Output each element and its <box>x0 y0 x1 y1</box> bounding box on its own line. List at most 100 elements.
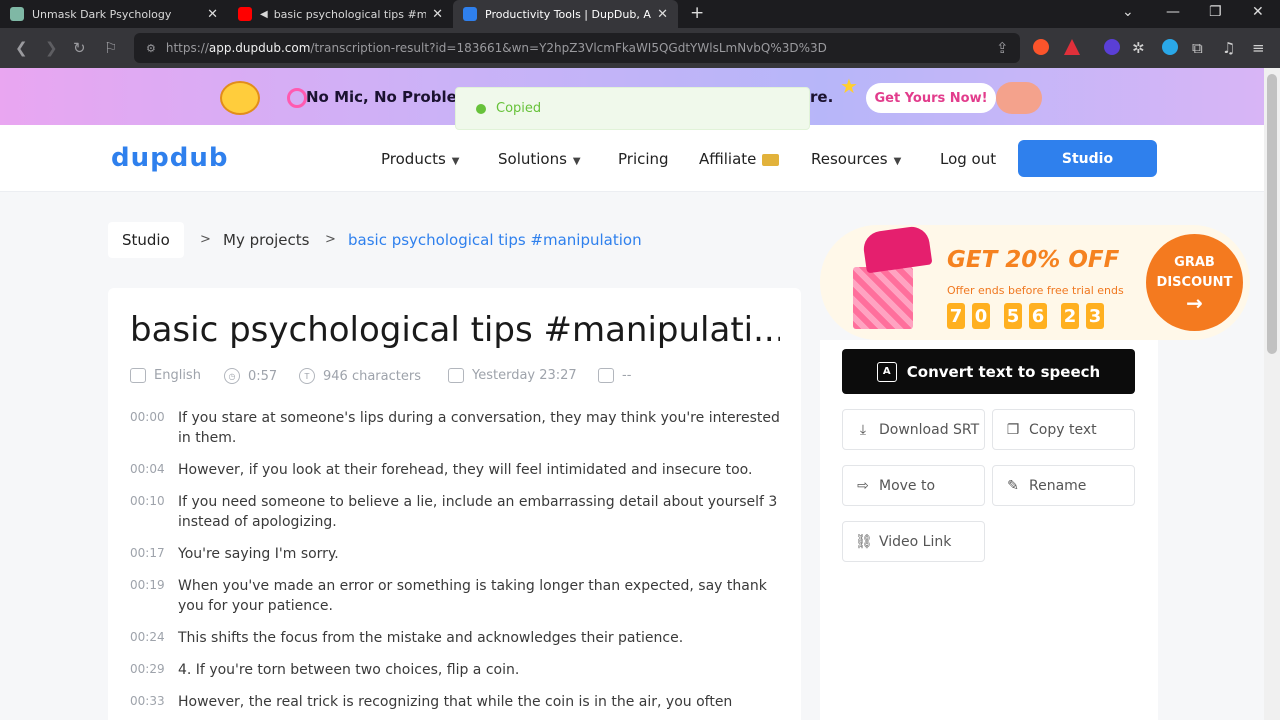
browser-tab-bar: Unmask Dark Psychology ✕ ◀ basic psychol… <box>0 0 1280 28</box>
emoji-mascot-icon <box>220 81 260 115</box>
get-yours-button[interactable]: Get Yours Now! <box>866 83 996 113</box>
url-path: /transcription-result?id=183661&wn=Y2hpZ… <box>310 41 827 55</box>
nav-solutions-label: Solutions <box>498 150 567 168</box>
nav-log-out[interactable]: Log out <box>940 150 996 168</box>
meta-folder-value: -- <box>622 368 632 383</box>
brave-shield-icon[interactable] <box>1033 39 1049 55</box>
chevron-down-icon: ▼ <box>572 156 581 167</box>
nav-resources[interactable]: Resources ▼ <box>811 150 901 168</box>
extensions-icon[interactable]: ⧉ <box>1192 39 1203 57</box>
transcript-row[interactable]: 00:00 If you stare at someone's lips duri… <box>130 408 790 448</box>
clock-icon: ◷ <box>224 368 240 384</box>
breadcrumb-separator: > <box>325 232 336 247</box>
url-host: app.dupdub.com <box>208 41 311 55</box>
share-icon[interactable]: ⇪ <box>996 39 1009 57</box>
close-tab-icon[interactable]: ✕ <box>207 7 218 22</box>
forward-icon[interactable]: ❯ <box>45 39 58 57</box>
rename-button[interactable]: ✎ Rename <box>992 465 1135 506</box>
move-to-button[interactable]: ⇨ Move to <box>842 465 985 506</box>
media-icon[interactable]: ♫ <box>1222 39 1235 57</box>
star-icon: ★ <box>840 74 858 98</box>
dupdub-logo[interactable]: dupdub <box>111 143 228 173</box>
promo-text: No Mic, No Problem <box>306 88 473 106</box>
transcript-row[interactable]: 00:10 If you need someone to believe a li… <box>130 492 790 532</box>
chevron-down-icon: ▼ <box>893 156 902 167</box>
promo-text-tail: re. <box>810 88 834 106</box>
scrollbar-thumb[interactable] <box>1267 74 1277 354</box>
studio-button[interactable]: Studio <box>1018 140 1157 177</box>
countdown-digit: 6 <box>1029 303 1047 329</box>
url-prefix: https:// <box>165 41 209 55</box>
timestamp: 00:00 <box>130 410 165 424</box>
close-tab-icon[interactable]: ✕ <box>432 7 443 22</box>
tab-title: Productivity Tools | DupDub, Auto <box>485 7 652 21</box>
breadcrumb-my-projects[interactable]: My projects <box>223 231 309 249</box>
browser-toolbar: ❮ ❯ ↻ ⚐ ⚙ https://app.dupdub.com/transcr… <box>0 28 1280 89</box>
nav-pricing[interactable]: Pricing <box>618 150 669 168</box>
copy-text-button[interactable]: ❐ Copy text <box>992 409 1135 450</box>
minimize-icon[interactable]: — <box>1166 4 1180 20</box>
transcript-row[interactable]: 00:33 However, the real trick is recogniz… <box>130 692 790 712</box>
countdown-digit: 7 <box>947 303 965 329</box>
text-icon: T <box>299 368 315 384</box>
bookmark-icon[interactable]: ⚐ <box>104 39 117 57</box>
copy-icon: ❐ <box>1006 421 1020 438</box>
timestamp: 00:04 <box>130 462 165 476</box>
extension-badge-icon[interactable] <box>1104 39 1120 55</box>
discount-offer-card[interactable]: GET 20% OFF Offer ends before free trial… <box>820 225 1250 340</box>
nav-products[interactable]: Products ▼ <box>381 150 459 168</box>
transcript-row[interactable]: 00:17 You're saying I'm sorry. <box>130 544 790 564</box>
restore-icon[interactable]: ❐ <box>1209 4 1222 20</box>
language-icon <box>130 368 146 383</box>
menu-icon[interactable]: ≡ <box>1252 39 1265 57</box>
transcript-text: If you stare at someone's lips during a … <box>178 410 780 446</box>
copy-text-label: Copy text <box>1029 421 1097 438</box>
meta-language-value: English <box>154 368 201 383</box>
back-icon[interactable]: ❮ <box>15 39 28 57</box>
timestamp: 00:33 <box>130 694 165 708</box>
new-tab-button[interactable]: + <box>690 3 704 23</box>
page-scrollbar[interactable] <box>1264 68 1280 720</box>
transcript-row[interactable]: 00:04 However, if you look at their foreh… <box>130 460 790 480</box>
video-link-button[interactable]: ⛓ Video Link <box>842 521 985 562</box>
countdown-digit: 2 <box>1061 303 1079 329</box>
transcript-panel: basic psychological tips #manipulati... … <box>108 288 801 720</box>
extension-puzzle-alt-icon[interactable]: ✲ <box>1132 39 1145 57</box>
nav-affiliate-label: Affiliate <box>699 150 757 168</box>
nav-solutions[interactable]: Solutions ▼ <box>498 150 581 168</box>
dupdub-favicon-icon <box>463 7 477 21</box>
nav-resources-label: Resources <box>811 150 888 168</box>
timestamp: 00:29 <box>130 662 165 676</box>
convert-text-to-speech-button[interactable]: A Convert text to speech <box>842 349 1135 394</box>
address-bar[interactable]: ⚙ https://app.dupdub.com/transcription-r… <box>134 33 1020 63</box>
extension-blue-icon[interactable] <box>1162 39 1178 55</box>
site-settings-icon[interactable]: ⚙ <box>146 42 156 55</box>
brave-rewards-icon[interactable] <box>1064 39 1080 55</box>
reload-icon[interactable]: ↻ <box>73 39 86 57</box>
browser-tab-dupdub[interactable]: Productivity Tools | DupDub, Auto ✕ <box>453 0 678 28</box>
meta-date-value: Yesterday 23:27 <box>472 368 577 383</box>
microphone-icon <box>287 88 307 108</box>
countdown-digit: 3 <box>1086 303 1104 329</box>
tab-favicon-icon <box>10 7 24 21</box>
countdown-digit: 0 <box>972 303 990 329</box>
breadcrumb-studio[interactable]: Studio <box>108 222 184 258</box>
grab-discount-button[interactable]: GRAB DISCOUNT → <box>1146 234 1243 331</box>
chevron-down-icon: ▼ <box>451 156 460 167</box>
rename-label: Rename <box>1029 477 1087 494</box>
browser-tab-dark-psychology[interactable]: Unmask Dark Psychology ✕ <box>0 0 228 28</box>
meta-duration: ◷ 0:57 <box>224 368 277 384</box>
nav-affiliate[interactable]: Affiliate <box>699 150 780 168</box>
transcript-row[interactable]: 00:29 4. If you're torn between two choic… <box>130 660 790 680</box>
arrow-right-icon: → <box>1186 290 1203 315</box>
transcript-row[interactable]: 00:19 When you've made an error or someth… <box>130 576 790 616</box>
download-srt-label: Download SRT <box>879 421 980 438</box>
download-srt-button[interactable]: ⤓ Download SRT <box>842 409 985 450</box>
close-tab-icon[interactable]: ✕ <box>657 7 668 22</box>
browser-tab-youtube[interactable]: ◀ basic psychological tips #manipula ✕ <box>228 0 453 28</box>
transcript-text: If you need someone to believe a lie, in… <box>178 494 778 530</box>
tab-list-chevron-icon[interactable]: ⌄ <box>1122 4 1134 20</box>
close-window-icon[interactable]: ✕ <box>1252 4 1264 20</box>
nav-products-label: Products <box>381 150 446 168</box>
transcript-row[interactable]: 00:24 This shifts the focus from the mist… <box>130 628 790 648</box>
